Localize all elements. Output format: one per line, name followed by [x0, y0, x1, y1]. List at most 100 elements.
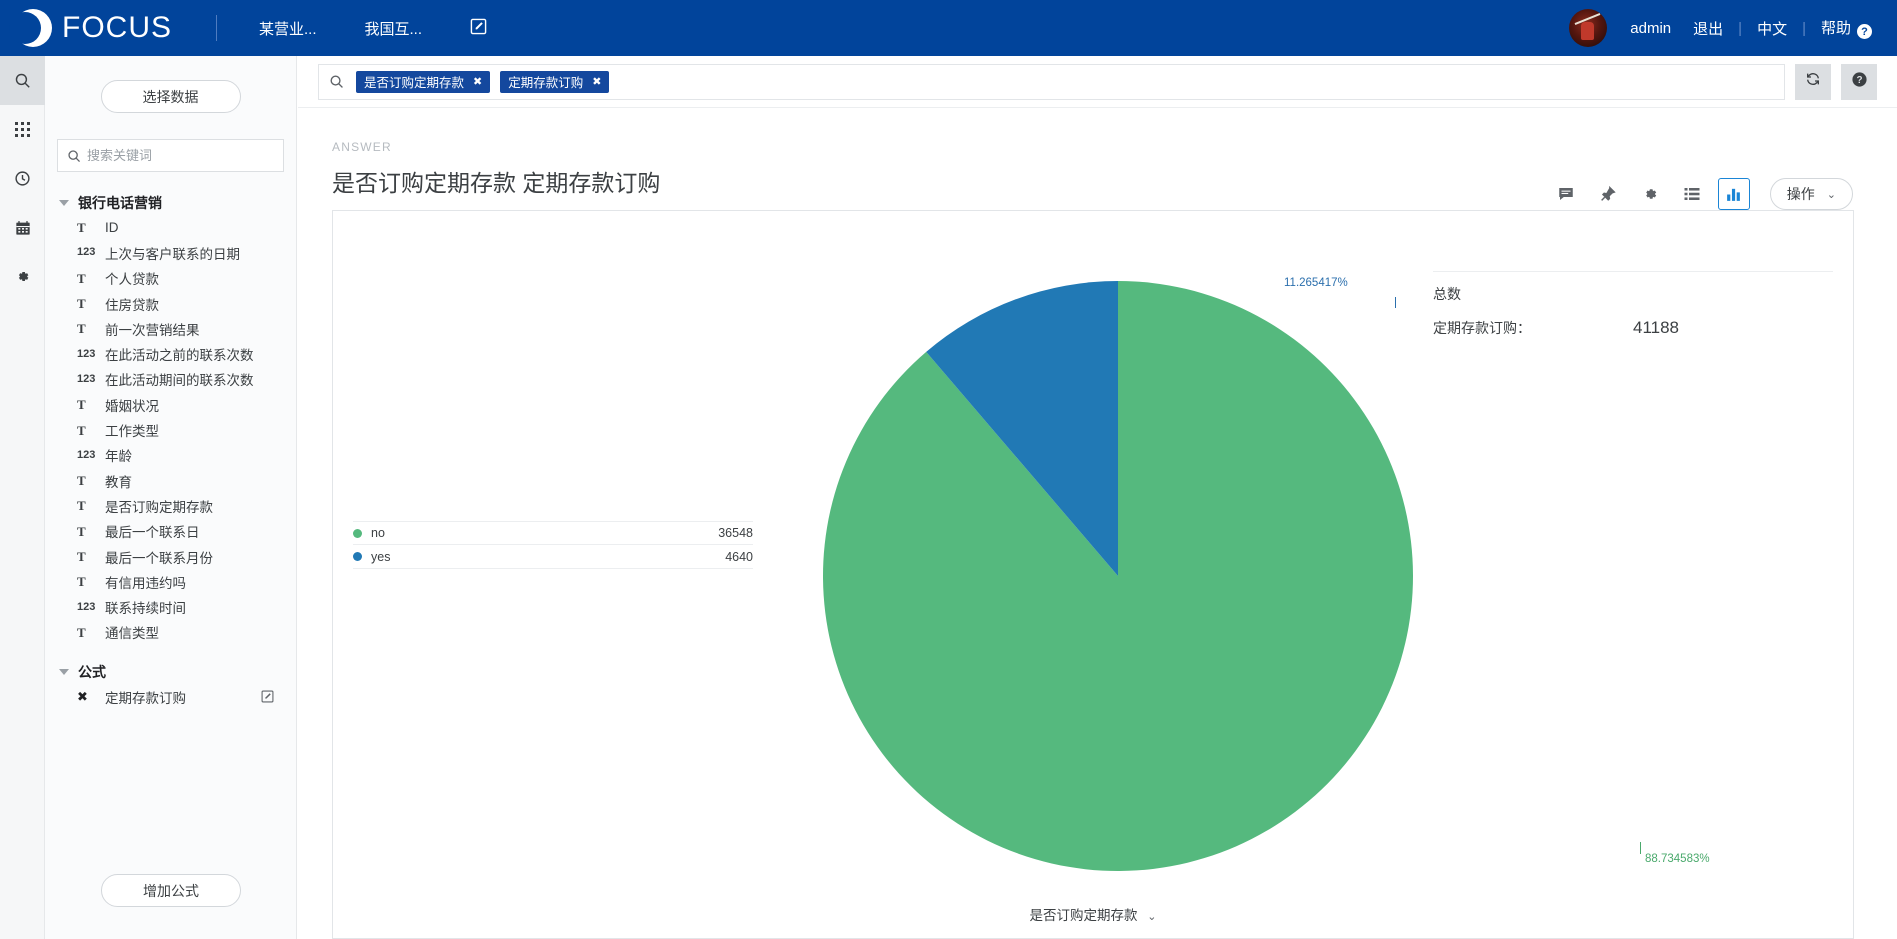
help-icon: ? [1851, 71, 1868, 93]
pie-leader-line-no [1640, 842, 1641, 854]
tree-group-label: 公式 [78, 663, 106, 680]
field-item-id[interactable]: T ID [45, 215, 296, 240]
filter-bar: 是否订购定期存款 ✖ 定期存款订购 ✖ ? [298, 56, 1897, 108]
axis-label-selector[interactable]: 是否订购定期存款 ⌄ [333, 904, 1853, 924]
data-sidebar: 选择数据 银行电话营销 T ID 123 上次与客户联系的日期 T 个人贷款 T [45, 56, 297, 939]
field-item-personal-loan[interactable]: T 个人贷款 [45, 266, 296, 291]
text-type-icon: T [77, 422, 86, 438]
logo-text: FOCUS [62, 11, 172, 44]
help-link[interactable]: 帮助? [1821, 17, 1872, 40]
field-label: 在此活动之前的联系次数 [105, 348, 254, 364]
select-data-button[interactable]: 选择数据 [100, 80, 241, 113]
field-item-last-contact-day[interactable]: T 最后一个联系日 [45, 519, 296, 544]
summary-panel: 总数 定期存款订购： 41188 [1433, 271, 1833, 338]
field-item-education[interactable]: T 教育 [45, 468, 296, 493]
chart-card: no 36548 yes 4640 11.265417% 88.734583% … [332, 210, 1854, 939]
help-badge-icon: ? [1857, 24, 1872, 40]
comment-icon[interactable] [1550, 178, 1582, 210]
field-label: 有信用违约吗 [105, 575, 186, 591]
query-input[interactable]: 是否订购定期存款 ✖ 定期存款订购 ✖ [318, 63, 1785, 100]
field-item-age[interactable]: 123 年龄 [45, 443, 296, 468]
edit-icon[interactable] [261, 690, 274, 703]
add-formula-button[interactable]: 增加公式 [101, 874, 241, 907]
icon-rail [0, 56, 45, 939]
gear-icon[interactable] [1634, 178, 1666, 210]
close-icon[interactable]: ✖ [592, 75, 601, 88]
field-label: 年龄 [105, 449, 132, 465]
tree-group-bank[interactable]: 银行电话营销 [45, 190, 296, 215]
pie-leader-line-yes [1395, 297, 1396, 308]
chart-icon[interactable] [1717, 178, 1750, 210]
field-item-last-contact-month[interactable]: T 最后一个联系月份 [45, 544, 296, 569]
filter-chip-2[interactable]: 定期存款订购 ✖ [500, 70, 610, 93]
list-icon[interactable] [1676, 178, 1708, 210]
field-item-job[interactable]: T 工作类型 [45, 417, 296, 442]
topbar-sep-2: | [1802, 19, 1806, 37]
text-type-icon: T [77, 498, 86, 514]
field-item-contact-type[interactable]: T 通信类型 [45, 620, 296, 645]
formula-type-icon: ✖ [77, 689, 88, 705]
refresh-button[interactable] [1795, 63, 1831, 100]
summary-value: 41188 [1633, 318, 1680, 337]
search-icon [67, 149, 81, 163]
nav-item-2[interactable]: 我国互... [365, 18, 423, 39]
field-item-prev-outcome[interactable]: T 前一次营销结果 [45, 316, 296, 341]
refresh-icon [1805, 71, 1821, 92]
rail-item-grid[interactable] [0, 105, 45, 154]
field-item-housing-loan[interactable]: T 住房贷款 [45, 291, 296, 316]
answer-header: ANSWER 是否订购定期存款 定期存款订购 [332, 140, 660, 198]
filter-chip-1[interactable]: 是否订购定期存款 ✖ [356, 70, 491, 93]
logout-link[interactable]: 退出 [1693, 18, 1723, 39]
avatar[interactable] [1569, 9, 1608, 47]
action-button-label: 操作 [1786, 186, 1815, 202]
app-logo[interactable]: FOCUS [9, 9, 172, 47]
field-tree: 银行电话营销 T ID 123 上次与客户联系的日期 T 个人贷款 T 住房贷款… [45, 190, 296, 709]
field-item-previous-contacts[interactable]: 123 在此活动之前的联系次数 [45, 341, 296, 366]
field-label: 联系持续时间 [105, 601, 186, 617]
legend-label: yes [371, 549, 391, 564]
pie-svg[interactable] [818, 276, 1418, 876]
legend-row[interactable]: no 36548 [353, 521, 753, 545]
text-type-icon: T [77, 473, 86, 489]
field-label: 通信类型 [105, 626, 159, 642]
nav-item-1[interactable]: 某营业... [259, 18, 317, 39]
tree-group-formula[interactable]: 公式 [45, 659, 296, 684]
top-bar: FOCUS 某营业... 我国互... admin 退出 | 中文 | 帮助? [0, 0, 1897, 56]
field-item-campaign-contacts[interactable]: 123 在此活动期间的联系次数 [45, 367, 296, 392]
rail-item-history[interactable] [0, 154, 45, 203]
topbar-sep-1: | [1738, 19, 1743, 37]
action-button[interactable]: 操作 ⌄ [1769, 178, 1853, 210]
help-button[interactable]: ? [1841, 63, 1877, 100]
formula-item-deposit-subscription[interactable]: ✖ 定期存款订购 [45, 684, 296, 709]
sidebar-search[interactable] [57, 139, 284, 172]
field-label: 最后一个联系月份 [105, 550, 213, 566]
field-item-last-contact-date[interactable]: 123 上次与客户联系的日期 [45, 240, 296, 265]
search-input[interactable] [87, 148, 274, 163]
username-label: admin [1630, 19, 1672, 37]
legend-row[interactable]: yes 4640 [353, 545, 753, 569]
number-type-icon: 123 [77, 372, 96, 385]
page-title: 是否订购定期存款 定期存款订购 [332, 170, 661, 196]
field-label: 婚姻状况 [105, 398, 159, 414]
field-label: 最后一个联系日 [105, 525, 200, 541]
chevron-down-icon: ⌄ [1826, 188, 1836, 201]
rail-item-search[interactable] [0, 56, 45, 105]
field-item-credit-default[interactable]: T 有信用违约吗 [45, 569, 296, 594]
compose-icon[interactable] [470, 18, 487, 38]
language-link[interactable]: 中文 [1757, 18, 1787, 39]
rail-item-settings[interactable] [0, 252, 45, 301]
gear-icon [14, 268, 31, 285]
field-item-contact-duration[interactable]: 123 联系持续时间 [45, 594, 296, 619]
calendar-icon [15, 220, 31, 236]
field-label: 教育 [105, 474, 132, 490]
grid-icon [15, 122, 30, 137]
text-type-icon: T [77, 296, 86, 312]
pin-icon[interactable] [1592, 178, 1624, 210]
text-type-icon: T [77, 321, 86, 337]
field-label: 是否订购定期存款 [105, 499, 213, 515]
field-item-subscribed[interactable]: T 是否订购定期存款 [45, 493, 296, 518]
close-icon[interactable]: ✖ [473, 75, 482, 88]
rail-item-calendar[interactable] [0, 203, 45, 252]
field-item-marital[interactable]: T 婚姻状况 [45, 392, 296, 417]
svg-text:?: ? [1856, 75, 1862, 86]
